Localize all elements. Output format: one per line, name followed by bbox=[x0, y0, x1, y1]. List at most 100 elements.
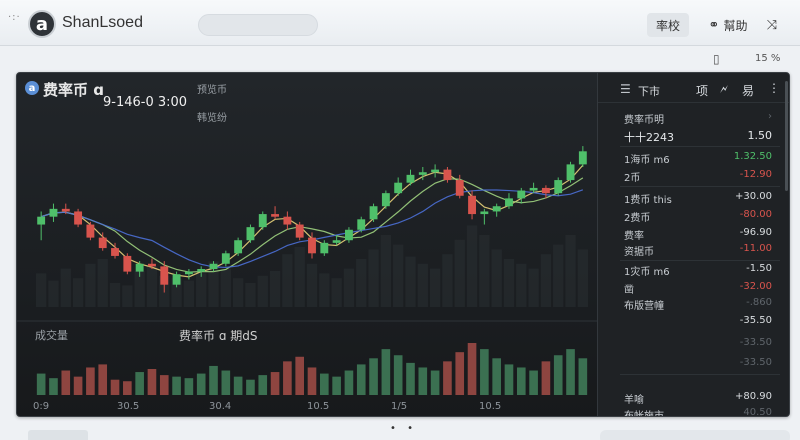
candlestick-chart[interactable] bbox=[17, 73, 597, 417]
volume-bar bbox=[455, 352, 465, 395]
sidebar-row[interactable]: -35.50 bbox=[624, 313, 784, 329]
sidebar-row-value: -.860 bbox=[746, 297, 772, 308]
sidebar-tab-market[interactable]: 下市 bbox=[638, 83, 660, 99]
bottom-right-widget[interactable] bbox=[600, 430, 790, 440]
depth-bar bbox=[380, 235, 392, 307]
volume-bar bbox=[356, 364, 366, 395]
depth-bar bbox=[528, 268, 539, 307]
volume-bar bbox=[516, 367, 526, 395]
sidebar-row-value: -12.90 bbox=[739, 169, 772, 180]
chart-area[interactable]: a 费率币 ɑ 9-146-0 3:00 预览币 韩览纷 成交量 费率币 ɑ 期… bbox=[17, 73, 597, 417]
volume-bar bbox=[283, 361, 292, 395]
depth-bar bbox=[553, 244, 564, 307]
rate-button[interactable]: 率校 bbox=[647, 13, 689, 37]
sidebar-scrollbar[interactable] bbox=[785, 81, 788, 191]
candle-body bbox=[468, 195, 476, 215]
depth-bar bbox=[85, 263, 96, 307]
volume-bar bbox=[86, 367, 95, 395]
sidebar-row[interactable]: 费率币明 › bbox=[624, 109, 784, 126]
candle-body bbox=[332, 240, 341, 243]
sidebar-row[interactable]: -33.50 bbox=[624, 355, 784, 371]
candle-body bbox=[234, 240, 243, 254]
volume-bar bbox=[123, 381, 132, 395]
candle-body bbox=[357, 219, 366, 230]
depth-bar bbox=[577, 249, 588, 307]
sidebar-row[interactable]: 十十2243 1.50 bbox=[624, 127, 784, 144]
volume-bar bbox=[406, 362, 415, 395]
zoom-level[interactable]: 15 % bbox=[755, 53, 780, 64]
depth-bar bbox=[269, 271, 281, 307]
depth-bar bbox=[196, 273, 207, 307]
lightning-icon[interactable]: 🗲 bbox=[720, 82, 728, 97]
sub-toolbar: ▯ 15 % bbox=[0, 47, 800, 71]
sidebar-row[interactable]: 2币 -12.90 bbox=[624, 167, 784, 184]
sidebar-separator bbox=[620, 146, 780, 147]
sidebar-row[interactable]: 2费币 -80.00 bbox=[624, 207, 784, 224]
volume-bar bbox=[246, 379, 255, 395]
sidebar-row-value: +80.90 bbox=[734, 391, 772, 402]
depth-bar bbox=[540, 254, 552, 307]
bottom-left-widget[interactable] bbox=[28, 430, 88, 440]
search-input[interactable] bbox=[198, 14, 318, 36]
sidebar-row[interactable]: 1费币 this +30.00 bbox=[624, 189, 784, 206]
volume-bar bbox=[209, 365, 218, 395]
sidebar-tab-item[interactable]: 项 bbox=[696, 82, 708, 99]
pager-dots[interactable]: • • bbox=[390, 423, 417, 434]
sidebar-row[interactable]: 费率 -96.90 bbox=[624, 225, 784, 242]
menu-icon[interactable]: ☰ bbox=[620, 82, 631, 96]
volume-bar bbox=[233, 376, 243, 395]
sidebar-row-value: 40.50 bbox=[743, 407, 772, 417]
sidebar-row-label: 1费币 this bbox=[624, 195, 672, 206]
clipboard-icon[interactable]: ▯ bbox=[713, 52, 720, 66]
sidebar-separator bbox=[620, 186, 780, 187]
more-icon[interactable]: ⋮ bbox=[768, 81, 780, 95]
help-button[interactable]: ⚭ 幫助 bbox=[700, 13, 756, 37]
chart-panel: a 费率币 ɑ 9-146-0 3:00 预览币 韩览纷 成交量 费率币 ɑ 期… bbox=[16, 72, 790, 417]
volume-bar bbox=[147, 369, 157, 395]
volume-bar bbox=[135, 372, 144, 395]
chart-tag-secondary[interactable]: 韩览纷 bbox=[197, 109, 227, 124]
volume-bar bbox=[159, 375, 169, 395]
window-dots-icon[interactable]: ·:· bbox=[8, 12, 21, 23]
sidebar-separator bbox=[620, 374, 780, 375]
sidebar-row[interactable]: 资据币 -11.00 bbox=[624, 241, 784, 258]
volume-bar bbox=[258, 375, 268, 395]
sidebar-row[interactable]: 1海币 m6 1.32.50 bbox=[624, 149, 784, 166]
sidebar-row[interactable]: 羊喻 +80.90 bbox=[624, 389, 784, 406]
candle-body bbox=[160, 266, 169, 285]
volume-bar bbox=[553, 355, 563, 395]
sidebar-row-label: 十十2243 bbox=[624, 131, 674, 144]
help-button-label: 幫助 bbox=[723, 18, 748, 33]
depth-bar bbox=[343, 268, 355, 307]
candle-body bbox=[172, 274, 181, 285]
sidebar-row[interactable]: 布版营幢 -.860 bbox=[624, 295, 784, 312]
candle-body bbox=[406, 174, 415, 183]
candle-body bbox=[135, 263, 144, 272]
shuffle-button[interactable]: ⤨ bbox=[762, 13, 782, 37]
sidebar-row[interactable]: 凿 -32.00 bbox=[624, 279, 784, 296]
sidebar-row-value: -1.50 bbox=[746, 263, 772, 274]
volume-bar bbox=[369, 358, 378, 395]
sidebar-row[interactable]: 1灾币 m6 -1.50 bbox=[624, 261, 784, 278]
volume-bar bbox=[61, 370, 71, 395]
sidebar-tab-trade[interactable]: 易 bbox=[742, 82, 754, 99]
depth-bar bbox=[306, 263, 318, 307]
x-axis-tick: 10.5 bbox=[479, 401, 502, 412]
candle-body bbox=[455, 180, 464, 196]
coin-logo: a bbox=[25, 81, 39, 95]
volume-bar bbox=[566, 349, 575, 395]
sidebar-row[interactable]: 布帐施市 40.50 bbox=[624, 405, 784, 417]
x-axis-tick: 1/5 bbox=[391, 401, 408, 412]
depth-bar bbox=[220, 268, 231, 307]
candle-body bbox=[578, 151, 587, 165]
candle-body bbox=[369, 206, 378, 220]
depth-bar bbox=[232, 278, 244, 307]
chart-tag-preview[interactable]: 预览币 bbox=[197, 81, 227, 96]
sidebar-row-value: -33.50 bbox=[739, 337, 772, 348]
depth-bar bbox=[294, 247, 305, 307]
sidebar-row-value: -33.50 bbox=[739, 357, 772, 368]
volume-bar bbox=[344, 370, 354, 395]
sidebar-row-label: 羊喻 bbox=[624, 395, 644, 406]
sidebar-row[interactable]: -33.50 bbox=[624, 335, 784, 351]
depth-bar bbox=[417, 263, 428, 307]
